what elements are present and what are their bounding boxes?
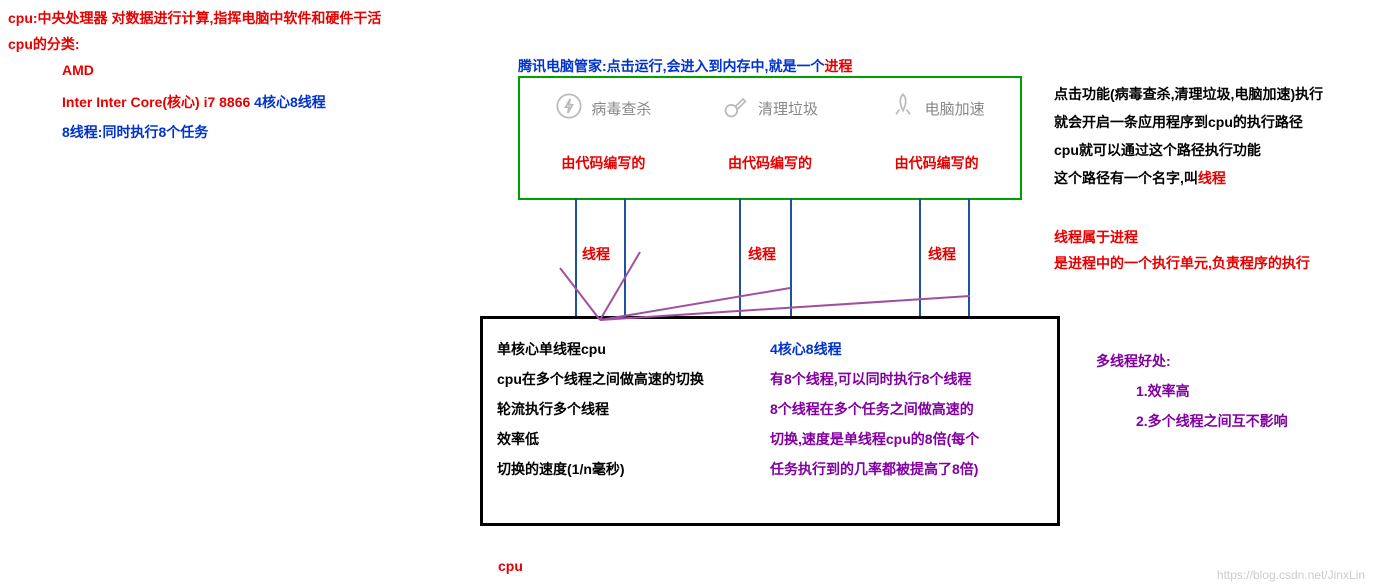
thread-label-2: 线程 — [748, 244, 776, 264]
watermark: https://blog.csdn.net/JinxLin — [1217, 568, 1365, 582]
category-text: cpu的分类: — [8, 36, 80, 52]
rocket-icon — [889, 92, 917, 124]
cpu-amd: AMD — [62, 62, 94, 78]
brush-icon — [722, 92, 750, 124]
virus-scan-label: 病毒查杀 — [591, 98, 651, 119]
expl-line4-red: 线程 — [1198, 170, 1226, 186]
thread-label-3: 线程 — [928, 244, 956, 264]
tencent-app-box: 病毒查杀 清理垃圾 电脑加速 由代码编写的 由代码编写的 由代码编写的 — [518, 76, 1022, 200]
code-label-3: 由代码编写的 — [895, 153, 979, 173]
single-core-l3: 效率低 — [497, 429, 759, 449]
intel-red-part: Inter Inter Core(核心) i7 8866 — [62, 94, 250, 110]
cpu-definition: cpu:中央处理器 对数据进行计算,指挥电脑中软件和硬件干活 — [8, 8, 381, 28]
tencent-title: 腾讯电脑管家:点击运行,会进入到内存中,就是一个进程 — [518, 56, 852, 76]
expl-line3: cpu就可以通过这个路径执行功能 — [1054, 136, 1364, 164]
cpu-comparison-box: 单核心单线程cpu cpu在多个线程之间做高速的切换 轮流执行多个线程 效率低 … — [480, 316, 1060, 526]
multi-core-title: 4核心8线程 — [770, 339, 1043, 359]
explanation-block: 点击功能(病毒查杀,清理垃圾,电脑加速)执行 就会开启一条应用程序到cpu的执行… — [1054, 80, 1364, 192]
multi-core-l4: 任务执行到的几率都被提高了8倍) — [770, 459, 1043, 479]
cpu-category-label: cpu的分类: — [8, 34, 80, 54]
expl-line2: 就会开启一条应用程序到cpu的执行路径 — [1054, 108, 1364, 136]
speed-up-button[interactable]: 电脑加速 — [889, 92, 985, 124]
code-label-1: 由代码编写的 — [561, 153, 645, 173]
benefit-1: 1.效率高 — [1136, 376, 1288, 406]
expl-line1: 点击功能(病毒查杀,清理垃圾,电脑加速)执行 — [1054, 80, 1364, 108]
tencent-title-blue: 腾讯电脑管家:点击运行,会进入到内存中,就是一个 — [518, 58, 824, 74]
cpu-footer-label: cpu — [498, 558, 523, 574]
virus-scan-button[interactable]: 病毒查杀 — [555, 92, 651, 124]
multi-core-l1: 有8个线程,可以同时执行8个线程 — [770, 369, 1043, 389]
single-core-title: 单核心单线程cpu — [497, 339, 759, 359]
code-label-2: 由代码编写的 — [728, 153, 812, 173]
single-core-l2: 轮流执行多个线程 — [497, 399, 759, 419]
speed-up-label: 电脑加速 — [925, 98, 985, 119]
single-core-l1: cpu在多个线程之间做高速的切换 — [497, 369, 759, 389]
tencent-title-red: 进程 — [824, 58, 852, 74]
benefits-title: 多线程好处: — [1096, 346, 1288, 376]
cpu-8threads: 8线程:同时执行8个任务 — [62, 122, 208, 142]
expl-line4: 这个路径有一个名字,叫线程 — [1054, 164, 1364, 192]
cpu-intel: Inter Inter Core(核心) i7 8866 4核心8线程 — [62, 92, 326, 112]
multi-core-l2: 8个线程在多个任务之间做高速的 — [770, 399, 1043, 419]
thread-label-1: 线程 — [582, 244, 610, 264]
single-core-l4: 切换的速度(1/n毫秒) — [497, 459, 759, 479]
multithread-benefits: 多线程好处: 1.效率高 2.多个线程之间互不影响 — [1096, 346, 1288, 436]
expl-line4-black: 这个路径有一个名字,叫 — [1054, 170, 1198, 186]
benefit-2: 2.多个线程之间互不影响 — [1136, 406, 1288, 436]
cpu-multi-core-col: 4核心8线程 有8个线程,可以同时执行8个线程 8个线程在多个任务之间做高速的 … — [770, 329, 1043, 489]
intel-blue-part: 4核心8线程 — [250, 94, 325, 110]
defn-text: cpu:中央处理器 对数据进行计算,指挥电脑中软件和硬件干活 — [8, 10, 381, 26]
lightning-icon — [555, 92, 583, 124]
thread-belongs-2: 是进程中的一个执行单元,负责程序的执行 — [1054, 250, 1310, 276]
clean-trash-label: 清理垃圾 — [758, 98, 818, 119]
tencent-code-row: 由代码编写的 由代码编写的 由代码编写的 — [520, 138, 1020, 188]
thread-belongs-block: 线程属于进程 是进程中的一个执行单元,负责程序的执行 — [1054, 224, 1310, 276]
cpu-single-core-col: 单核心单线程cpu cpu在多个线程之间做高速的切换 轮流执行多个线程 效率低 … — [497, 329, 759, 489]
thread-belongs-1: 线程属于进程 — [1054, 224, 1310, 250]
multi-core-l3: 切换,速度是单线程cpu的8倍(每个 — [770, 429, 1043, 449]
clean-trash-button[interactable]: 清理垃圾 — [722, 92, 818, 124]
tencent-toolbar: 病毒查杀 清理垃圾 电脑加速 — [520, 78, 1020, 138]
